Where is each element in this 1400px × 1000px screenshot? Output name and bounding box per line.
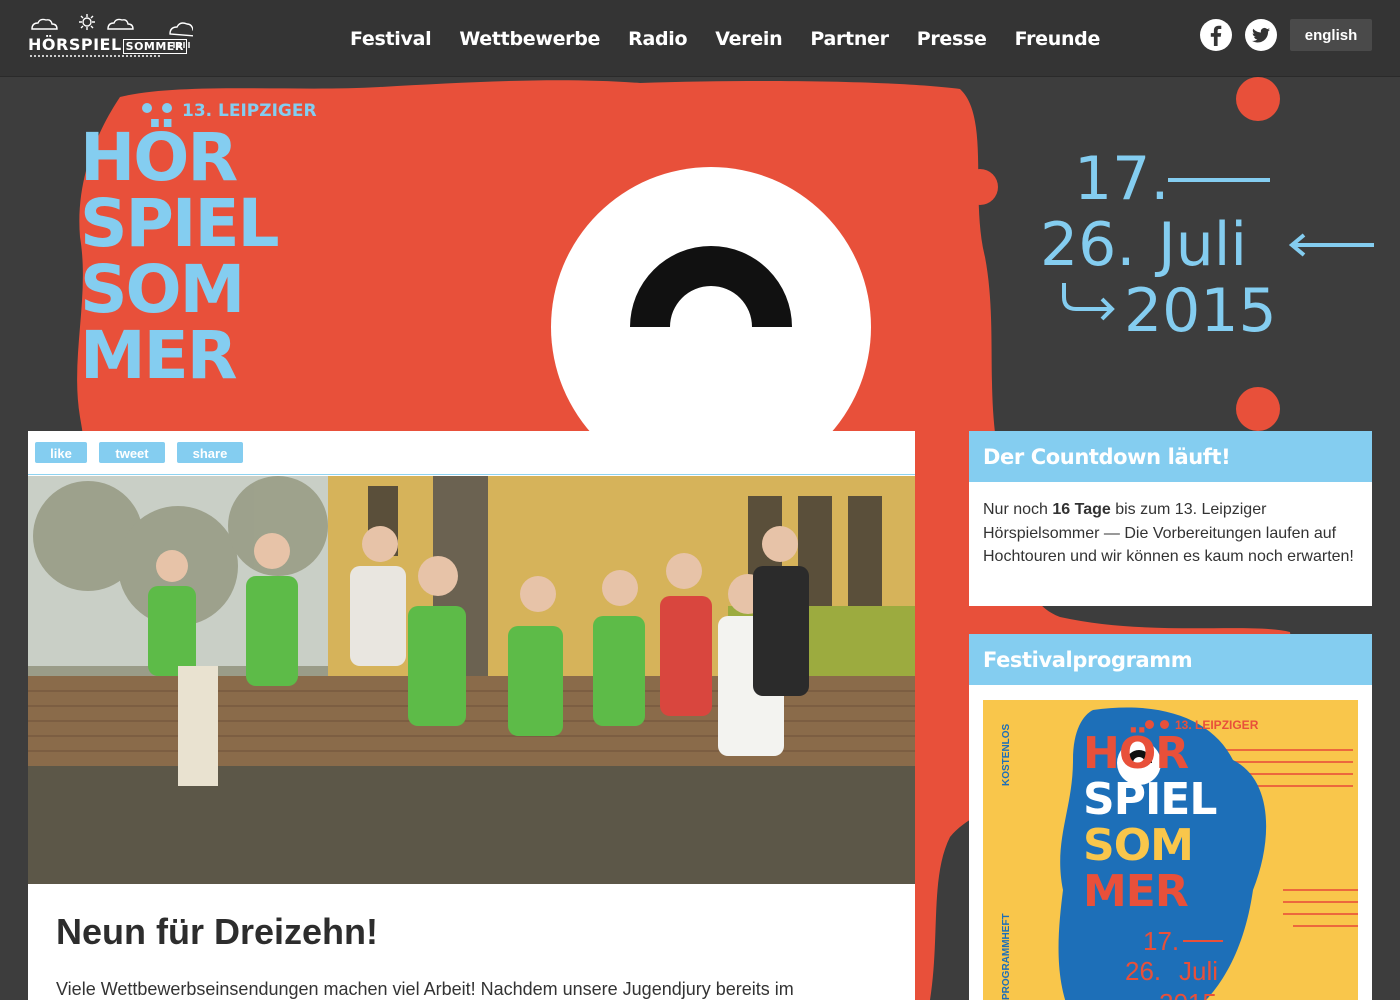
arrow-curve-right-icon bbox=[1062, 283, 1115, 321]
nav-item-wettbewerbe[interactable]: Wettbewerbe bbox=[459, 28, 600, 50]
program-side-label-top: KOSTENLOS bbox=[1001, 723, 1012, 786]
program-month: Juli bbox=[1179, 956, 1219, 986]
program-side-label-bottom: PROGRAMMHEFT bbox=[1001, 913, 1012, 1000]
hero-date-block: 17. 26. Juli 2015 bbox=[1040, 147, 1385, 347]
hero-title-line-4: MER bbox=[80, 317, 238, 394]
hero-date-end: 26. bbox=[1040, 210, 1136, 280]
nav-item-festival[interactable]: Festival bbox=[350, 28, 432, 50]
program-year: 2015 bbox=[1159, 988, 1217, 1000]
tweet-button[interactable]: tweet bbox=[99, 442, 165, 463]
hero-month: Juli bbox=[1158, 210, 1248, 280]
hero-title-line-3: SOM bbox=[80, 251, 245, 328]
program-title-line-2: SPIEL bbox=[1083, 774, 1217, 825]
post-excerpt: Viele Wettbewerbseinsendungen machen vie… bbox=[56, 979, 794, 999]
program-date-end: 26. bbox=[1125, 956, 1162, 986]
group-photo-illustration bbox=[28, 476, 915, 884]
site-logo[interactable]: HÖRSPIEL SOMMER bbox=[28, 12, 197, 64]
countdown-days: 16 Tage bbox=[1052, 501, 1111, 518]
countdown-widget: Der Countdown läuft! Nur noch 16 Tage bi… bbox=[969, 431, 1372, 606]
hero-title-block: 13. LEIPZIGER HÖR SPIEL SOM MER bbox=[80, 95, 320, 395]
countdown-heading: Der Countdown läuft! bbox=[969, 431, 1372, 482]
program-date-start: 17. bbox=[1143, 926, 1180, 956]
nav-item-radio[interactable]: Radio bbox=[628, 28, 687, 50]
language-button[interactable]: english bbox=[1290, 19, 1372, 51]
program-heading: Festivalprogramm bbox=[969, 634, 1372, 685]
hero-title-line-1: HÖR bbox=[80, 119, 238, 196]
countdown-text-before: Nur noch bbox=[983, 501, 1053, 518]
top-navigation-bar: HÖRSPIEL SOMMER Festival Wettbewerbe Radi… bbox=[0, 0, 1400, 77]
nav-item-partner[interactable]: Partner bbox=[810, 28, 889, 50]
nav-item-presse[interactable]: Presse bbox=[917, 28, 987, 50]
main-nav: Festival Wettbewerbe Radio Verein Partne… bbox=[350, 28, 1100, 50]
hero-title-line-2: SPIEL bbox=[80, 185, 280, 262]
post-photo[interactable] bbox=[28, 476, 915, 884]
hero-year: 2015 bbox=[1124, 276, 1277, 346]
facebook-icon[interactable] bbox=[1200, 19, 1232, 51]
hero-edition: 13. LEIPZIGER bbox=[182, 101, 317, 121]
arrow-left-icon bbox=[1288, 233, 1374, 257]
program-widget: Festivalprogramm KOSTENLOS PROGRAMMHEFT … bbox=[969, 634, 1372, 1000]
logo-sub-text: SOMMER bbox=[122, 39, 187, 54]
logo-main-text: HÖRSPIEL bbox=[28, 35, 122, 54]
program-cover[interactable]: KOSTENLOS PROGRAMMHEFT 13. LEIPZIGER HÖR… bbox=[983, 700, 1358, 1000]
twitter-icon[interactable] bbox=[1245, 19, 1277, 51]
share-bar: like tweet share bbox=[28, 431, 915, 475]
hero-date-start: 17. bbox=[1074, 144, 1170, 214]
post-card: like tweet share Neun für Dreizehn! Viel… bbox=[28, 431, 915, 1000]
nav-item-freunde[interactable]: Freunde bbox=[1015, 28, 1101, 50]
program-title-line-3: SOM bbox=[1083, 820, 1194, 871]
like-button[interactable]: like bbox=[35, 442, 87, 463]
countdown-text: Nur noch 16 Tage bis zum 13. Leipziger H… bbox=[969, 482, 1372, 583]
post-title[interactable]: Neun für Dreizehn! bbox=[56, 911, 378, 953]
program-title-line-1: HÖR bbox=[1083, 728, 1189, 779]
logo-wordmark: HÖRSPIEL SOMMER bbox=[28, 35, 187, 54]
share-button[interactable]: share bbox=[177, 442, 243, 463]
nav-item-verein[interactable]: Verein bbox=[715, 28, 782, 50]
program-title-line-4: MER bbox=[1083, 866, 1189, 917]
